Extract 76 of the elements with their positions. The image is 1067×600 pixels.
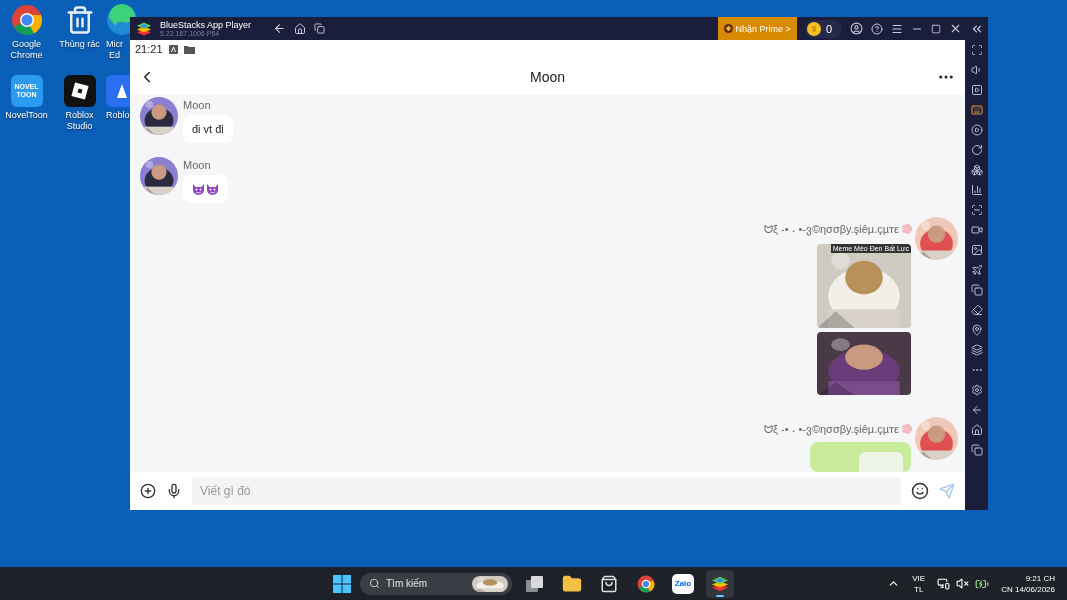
coin-icon [806,21,821,36]
account-icon[interactable] [850,22,863,35]
search-placeholder: Tìm kiếm [386,578,429,589]
scan-icon[interactable] [970,204,983,216]
muted-speaker-icon[interactable] [956,576,970,590]
network-icon[interactable] [937,576,951,590]
back-arrow-icon[interactable] [970,404,983,416]
sender-name: Moon [183,159,212,171]
window-title: BlueStacks App Player [160,19,252,30]
keyboard-icon[interactable] [970,104,983,116]
copy-icon[interactable] [970,284,983,296]
sender-name: Moon [183,99,212,111]
clock-time[interactable]: 9:21 CH [1025,572,1055,584]
location-pin-icon[interactable] [970,324,983,336]
chrome-logo-icon [637,574,655,593]
emoji-icon[interactable] [911,482,929,500]
keyboard-layout-text[interactable]: TL [914,583,924,595]
chrome-logo-icon [10,4,43,36]
coin-count: 0 [825,22,832,35]
desktop-icon-label[interactable]: Roblo [106,110,130,121]
airplane-icon[interactable] [970,264,983,276]
message-bubble: đi vt đi [183,115,233,143]
taskbar-search[interactable]: Tìm kiếm [360,572,512,595]
windows-start-icon[interactable] [333,574,351,593]
recent-apps-icon[interactable] [970,444,983,456]
home-icon[interactable] [294,22,307,35]
sender-name: ᗢξ ‐• ˖ •‐ვ©ησσβy.şiêµ.çµтε [764,222,899,236]
folder-icon [562,573,582,594]
desktop-icon-label[interactable]: Micr Ed [106,39,123,61]
rotate-icon[interactable] [970,144,983,156]
play-circle-icon[interactable] [970,124,983,136]
chart-icon[interactable] [970,184,983,196]
close-icon[interactable] [949,22,962,35]
desktop-icon-label[interactable]: NovelToon [5,110,48,121]
add-icon[interactable] [140,483,156,499]
task-view-icon [526,575,544,592]
roblox-studio-icon [63,75,96,107]
flower-icon [901,223,913,235]
devil-face-icon [192,183,205,195]
sender-name: ᗢξ ‐• ˖ •‐ვ©ησσβy.şiêµ.çµтε [764,422,899,436]
devil-face-icon [206,183,219,195]
notification-icon [168,44,178,54]
layers-icon[interactable] [970,344,983,356]
speaker-icon[interactable] [970,64,983,76]
image-icon[interactable] [970,244,983,256]
store-bag-icon [600,574,618,593]
desktop-icon-label[interactable]: Thùng rác [59,39,100,50]
taskbar-app-button[interactable]: Zalo [669,569,697,598]
chat-title: Moon [529,68,566,85]
message-input[interactable]: Viết gì đó [192,477,901,505]
layers-logo-icon [711,574,729,593]
fullscreen-icon[interactable] [970,44,983,56]
back-arrow-icon[interactable] [273,22,287,35]
taskbar-app-button[interactable] [706,569,734,598]
desktop-icon-label[interactable]: Roblox Studio [65,110,94,132]
diamond-icon [723,24,733,33]
clock-date[interactable]: CN 14/06/2026 [1001,583,1055,595]
app-logo-text: Zalo [674,579,692,588]
microphone-icon[interactable] [166,483,182,499]
folder-icon [183,44,195,54]
home-icon[interactable] [970,424,983,436]
eraser-icon[interactable] [970,304,983,316]
language-text[interactable]: VIE [912,572,926,584]
desktop-icon-label[interactable]: Google Chrome [10,39,43,61]
play-square-icon[interactable] [970,84,983,96]
boxes-icon[interactable] [970,164,983,176]
help-icon[interactable] [871,22,883,35]
layers-logo-icon [136,20,152,37]
search-icon [369,578,380,589]
video-camera-icon[interactable] [970,224,983,236]
menu-icon[interactable] [891,22,903,35]
maximize-icon[interactable] [931,23,941,34]
flower-icon [901,423,913,435]
settings-icon[interactable] [970,384,983,396]
status-time: 21:21 [135,43,163,55]
recent-apps-icon[interactable] [314,23,326,34]
